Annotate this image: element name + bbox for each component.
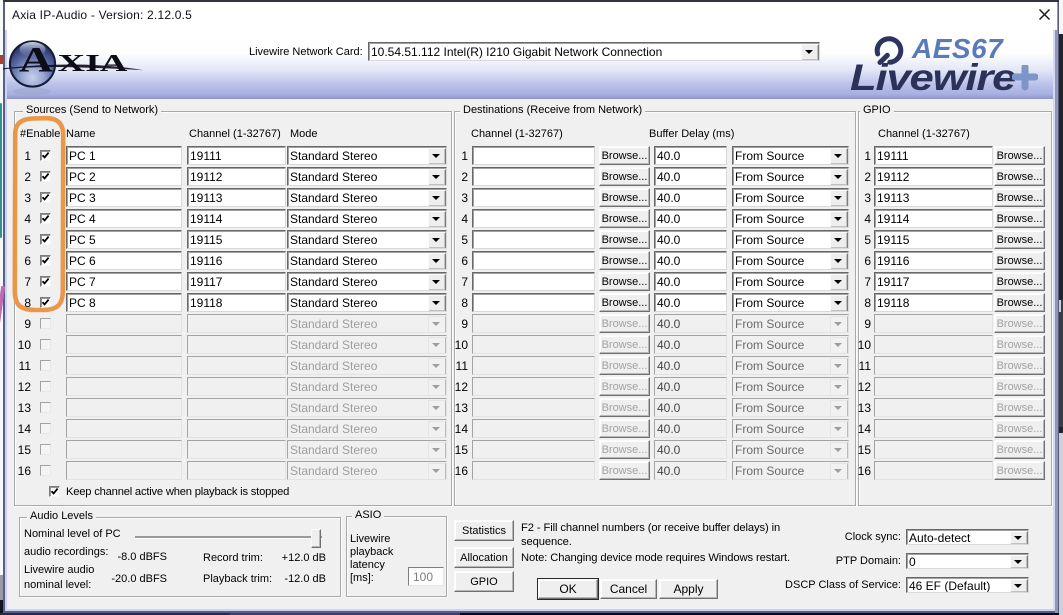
svg-text:XIA: XIA: [58, 51, 129, 77]
svg-text:A: A: [19, 40, 53, 80]
